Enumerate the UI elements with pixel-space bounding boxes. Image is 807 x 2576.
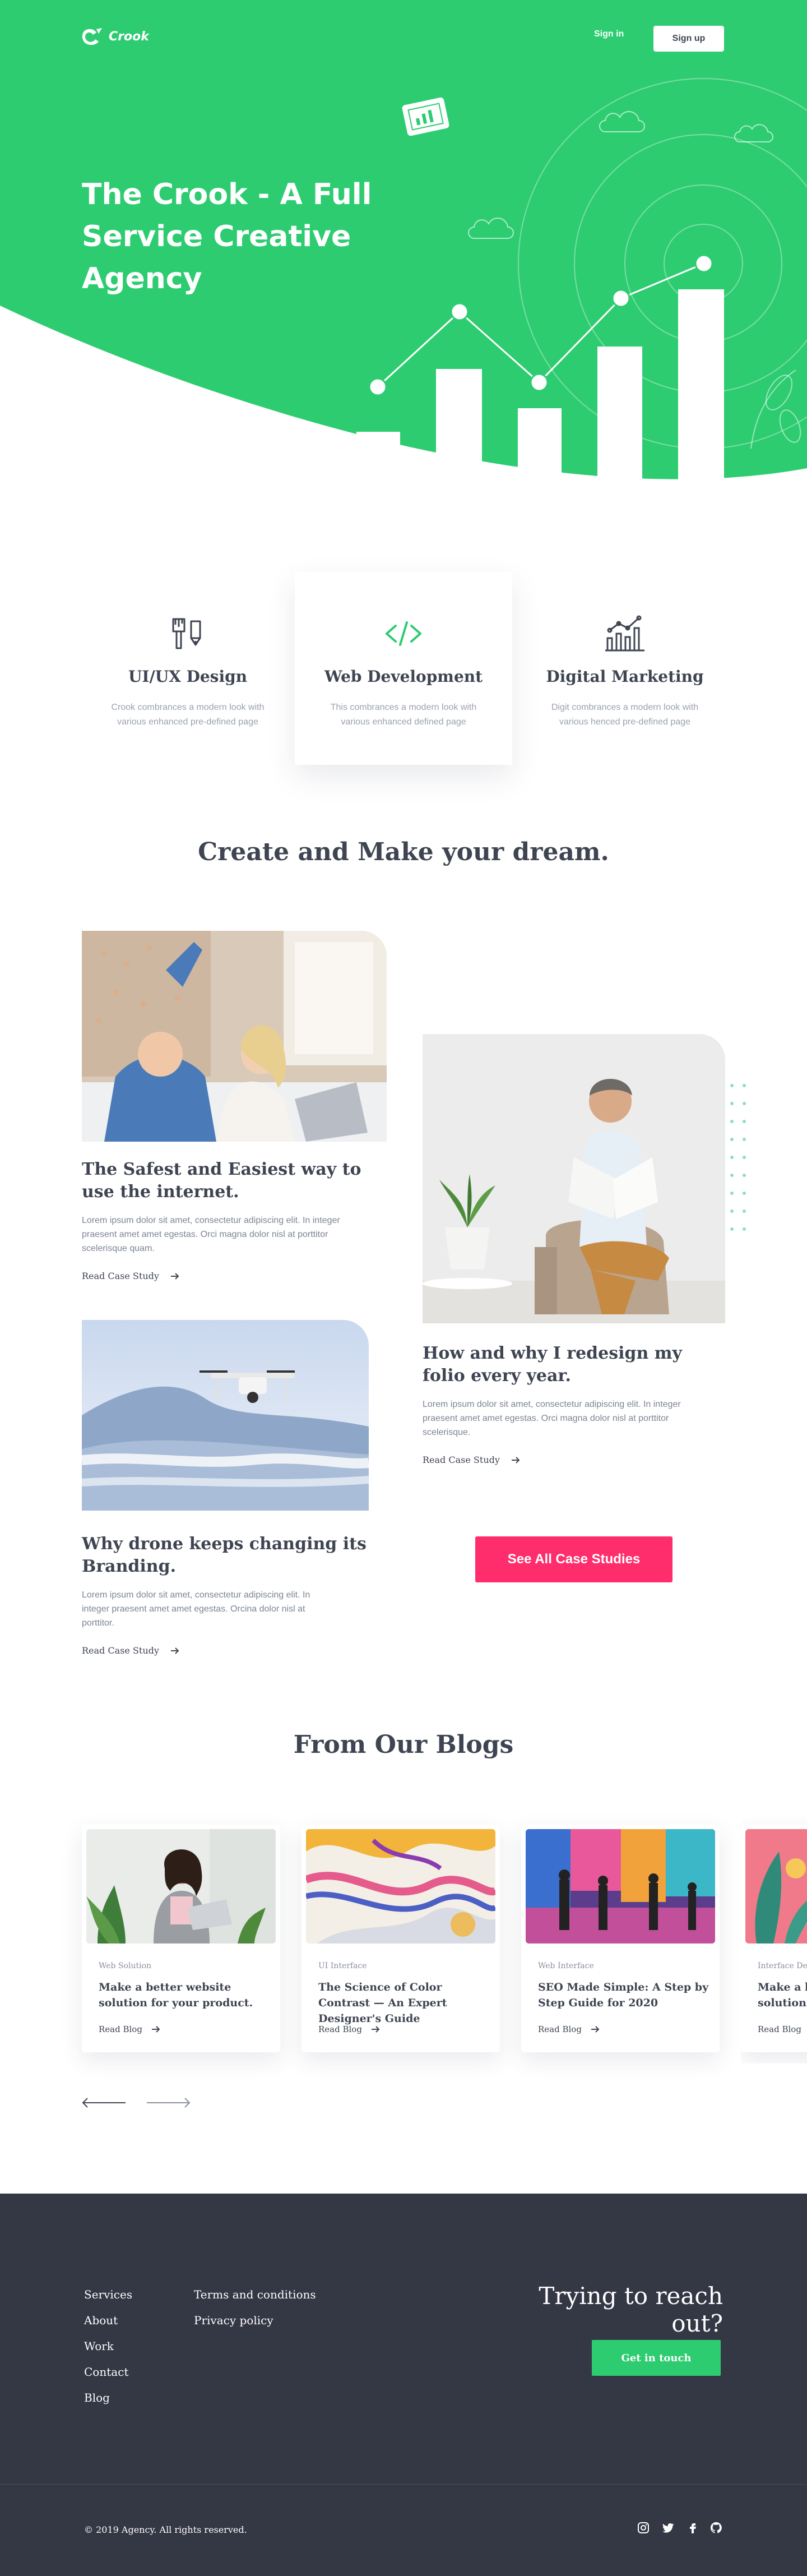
read-blog-link[interactable]: Read Blog bbox=[538, 2024, 600, 2034]
blogs-section-title: From Our Blogs bbox=[293, 1730, 514, 1759]
copyright-text: © 2019 Agency. All rights reserved. bbox=[84, 2524, 247, 2535]
blog-image-color-swirl bbox=[306, 1829, 495, 1943]
blog-category: UI Interface bbox=[318, 1961, 367, 1970]
footer bbox=[0, 2194, 807, 2576]
read-blog-label: Read Blog bbox=[99, 2024, 142, 2034]
service-card-webdev[interactable]: Web Development This combrances a modern… bbox=[295, 572, 512, 765]
footer-link-terms[interactable]: Terms and conditions bbox=[194, 2288, 316, 2301]
footer-link-about[interactable]: About bbox=[84, 2314, 118, 2327]
footer-link-privacy[interactable]: Privacy policy bbox=[194, 2314, 273, 2327]
service-desc: Digit combrances a modern look with vari… bbox=[551, 703, 699, 727]
pen-brush-icon bbox=[78, 611, 297, 656]
read-blog-link[interactable]: Read Blog bbox=[99, 2024, 160, 2034]
service-title: Digital Marketing bbox=[546, 667, 704, 686]
blog-category: Interface Design bbox=[758, 1961, 807, 1970]
brand-name: Crook bbox=[109, 29, 149, 44]
read-case-study-label: Read Case Study bbox=[82, 1271, 159, 1281]
case-image-couple[interactable] bbox=[82, 931, 387, 1142]
arrow-right-icon bbox=[151, 2026, 160, 2033]
service-card-uiux[interactable]: UI/UX Design Crook combrances a modern l… bbox=[78, 572, 297, 763]
github-icon[interactable] bbox=[709, 2521, 723, 2535]
service-title: UI/UX Design bbox=[128, 667, 248, 686]
service-desc: Crook combrances a modern look with vari… bbox=[111, 703, 265, 727]
footer-link-blog[interactable]: Blog bbox=[84, 2391, 110, 2404]
footer-link-services[interactable]: Services bbox=[84, 2288, 132, 2301]
footer-cta-title: Trying to reach out? bbox=[539, 2282, 723, 2337]
facebook-icon[interactable] bbox=[686, 2521, 699, 2535]
brand-logo[interactable]: Crook bbox=[82, 27, 149, 46]
blog-card[interactable]: Interface Design Make a better website s… bbox=[741, 1825, 807, 2052]
case-text: Lorem ipsum dolor sit amet, consectetur … bbox=[82, 1590, 310, 1628]
read-blog-label: Read Blog bbox=[538, 2024, 582, 2034]
footer-link-contact[interactable]: Contact bbox=[84, 2365, 128, 2379]
case-title[interactable]: How and why I redesign my folio every ye… bbox=[423, 1342, 714, 1387]
read-blog-link[interactable]: Read Blog bbox=[758, 2024, 807, 2034]
service-card-marketing[interactable]: Digital Marketing Digit combrances a mod… bbox=[516, 572, 734, 763]
read-blog-label: Read Blog bbox=[318, 2024, 362, 2034]
blog-title[interactable]: SEO Made Simple: A Step by Step Guide fo… bbox=[538, 1979, 712, 2011]
read-case-study-link[interactable]: Read Case Study bbox=[82, 1271, 179, 1281]
hero-section: Crook Sign in Sign up The Crook - A Full… bbox=[0, 0, 807, 505]
see-all-case-studies-button[interactable]: See All Case Studies bbox=[475, 1536, 672, 1582]
arrow-right-icon bbox=[511, 1456, 520, 1464]
code-icon bbox=[295, 611, 512, 656]
arrow-right-icon bbox=[591, 2026, 600, 2033]
blog-image-woman-laptop bbox=[86, 1829, 276, 1943]
read-case-study-label: Read Case Study bbox=[82, 1645, 159, 1656]
analytics-icon bbox=[516, 611, 734, 656]
get-in-touch-button[interactable]: Get in touch bbox=[592, 2340, 721, 2376]
hero-title: The Crook - A Full Service Creative Agen… bbox=[82, 178, 372, 296]
blog-title[interactable]: Make a better website solution for your … bbox=[99, 1979, 272, 2011]
presentation-chart-icon bbox=[399, 94, 453, 141]
footer-link-work[interactable]: Work bbox=[84, 2339, 114, 2353]
blog-image-colorful-street bbox=[526, 1829, 715, 1943]
logo-icon bbox=[82, 28, 102, 45]
arrow-right-icon bbox=[170, 1272, 179, 1280]
blog-card[interactable]: Web Solution Make a better website solut… bbox=[82, 1825, 280, 2052]
read-case-study-link[interactable]: Read Case Study bbox=[82, 1645, 179, 1656]
blog-card-clip: Interface Design Make a better website s… bbox=[741, 1817, 807, 2063]
blog-image-pink-plants bbox=[745, 1829, 807, 1943]
blog-card[interactable]: Web Interface SEO Made Simple: A Step by… bbox=[521, 1825, 720, 2052]
slider-prev-arrow-icon[interactable] bbox=[82, 2097, 127, 2108]
blog-category: Web Solution bbox=[99, 1961, 152, 1970]
read-blog-link[interactable]: Read Blog bbox=[318, 2024, 380, 2034]
case-title[interactable]: The Safest and Easiest way to use the in… bbox=[82, 1158, 373, 1203]
signup-button[interactable]: Sign up bbox=[653, 26, 724, 52]
blog-category: Web Interface bbox=[538, 1961, 594, 1970]
case-text: Lorem ipsum dolor sit amet, consectetur … bbox=[82, 1216, 340, 1253]
case-image-drone[interactable] bbox=[82, 1320, 369, 1511]
read-blog-label: Read Blog bbox=[758, 2024, 801, 2034]
blog-card[interactable]: UI Interface The Science of Color Contra… bbox=[302, 1825, 500, 2052]
twitter-icon[interactable] bbox=[661, 2521, 675, 2535]
arrow-right-icon bbox=[371, 2026, 380, 2033]
read-case-study-link[interactable]: Read Case Study bbox=[423, 1455, 520, 1465]
case-text: Lorem ipsum dolor sit amet, consectetur … bbox=[423, 1400, 681, 1437]
blog-title[interactable]: Make a better website solution for your … bbox=[758, 1979, 807, 2011]
case-image-reader[interactable] bbox=[423, 1034, 725, 1323]
cases-section-title: Create and Make your dream. bbox=[198, 838, 609, 866]
service-title: Web Development bbox=[324, 667, 483, 686]
service-desc: This combrances a modern look with vario… bbox=[330, 703, 477, 727]
footer-divider bbox=[0, 2484, 807, 2485]
case-title[interactable]: Why drone keeps changing its Branding. bbox=[82, 1533, 373, 1578]
arrow-right-icon bbox=[170, 1647, 179, 1654]
signin-link[interactable]: Sign in bbox=[594, 29, 624, 39]
blog-title[interactable]: The Science of Color Contrast — An Exper… bbox=[318, 1979, 492, 2026]
slider-next-arrow-icon[interactable] bbox=[146, 2097, 191, 2108]
instagram-icon[interactable] bbox=[637, 2521, 650, 2535]
dots-decoration bbox=[730, 1084, 746, 1231]
read-case-study-label: Read Case Study bbox=[423, 1455, 500, 1465]
